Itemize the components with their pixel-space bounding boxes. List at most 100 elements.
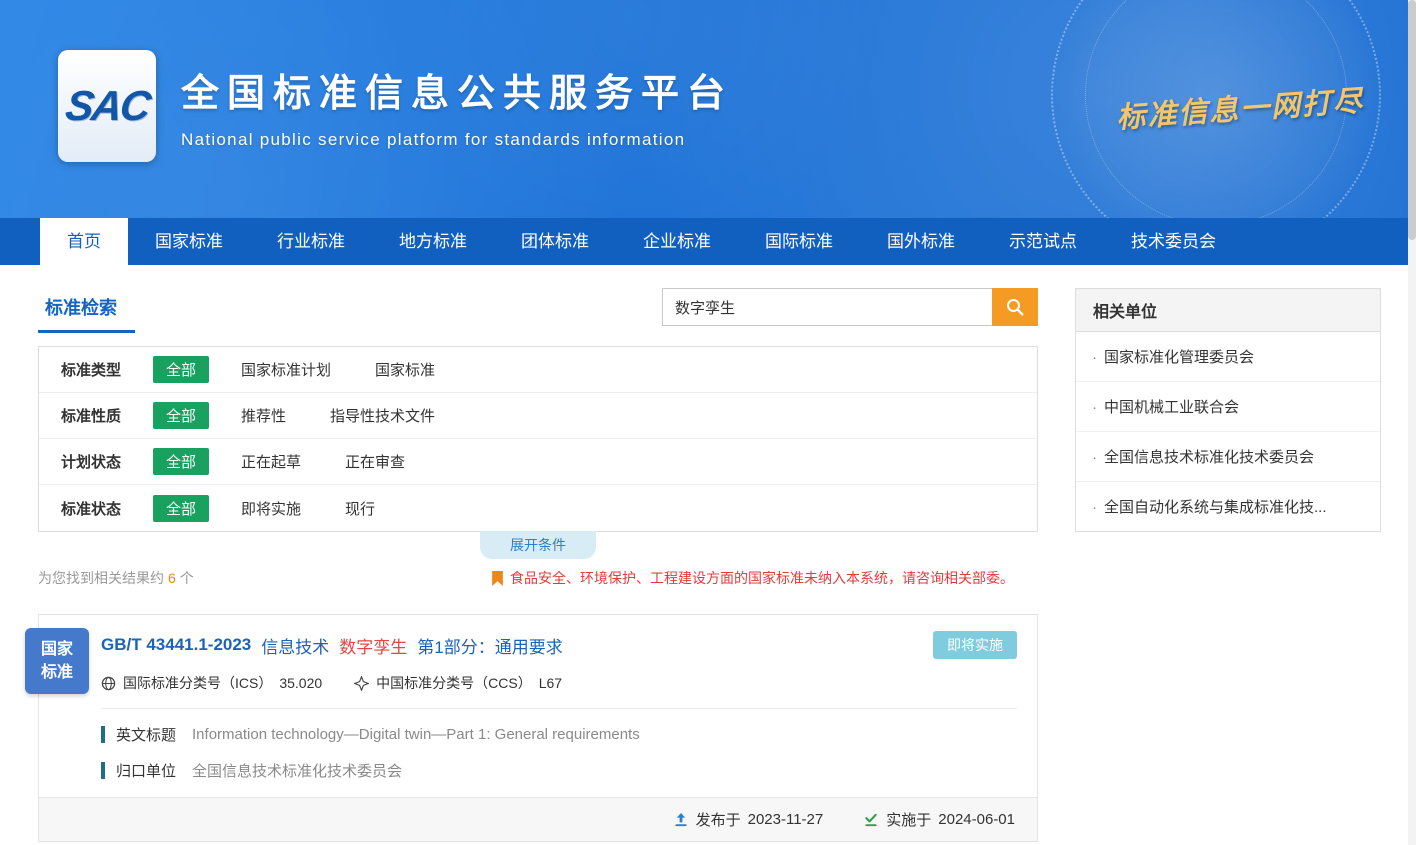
scrollbar-thumb[interactable] — [1408, 0, 1416, 240]
search-box — [662, 288, 1038, 326]
standard-code-link[interactable]: GB/T 43441.1-2023 — [101, 635, 251, 655]
card-body: GB/T 43441.1-2023 信息技术 数字孪生 第1部分：通用要求 即将… — [39, 615, 1037, 781]
related-unit-link-sac[interactable]: 国家标准化管理委员会 — [1076, 332, 1380, 382]
content-area: 标准检索 标准类型 全部 国家标准计划 国家 — [0, 265, 1416, 842]
implement-label: 实施于 — [886, 809, 931, 830]
result-count: 6 — [168, 570, 176, 586]
nav-item-pilot-program[interactable]: 示范试点 — [982, 218, 1104, 265]
implement-date-item: 实施于 2024-06-01 — [863, 809, 1015, 830]
scrollbar[interactable] — [1408, 0, 1416, 845]
filter-option-guidance-document[interactable]: 指导性技术文件 — [330, 405, 435, 426]
site-title: 全国标准信息公共服务平台 — [181, 62, 733, 117]
ccs-label: 中国标准分类号（CCS） — [376, 673, 532, 693]
filter-row-standard-status: 标准状态 全部 即将实施 现行 — [39, 485, 1037, 531]
filter-row-standard-type: 标准类型 全部 国家标准计划 国家标准 — [39, 347, 1037, 393]
nav-item-group-standards[interactable]: 团体标准 — [494, 218, 616, 265]
standard-title-part[interactable]: 第1部分：通用要求 — [417, 633, 562, 658]
filter-row-plan-status: 计划状态 全部 正在起草 正在审查 — [39, 439, 1037, 485]
publish-date-item: 发布于 2023-11-27 — [673, 809, 824, 830]
card-divider — [101, 708, 1017, 709]
nav-item-national-standards[interactable]: 国家标准 — [128, 218, 250, 265]
filter-panel: 标准类型 全部 国家标准计划 国家标准 标准性质 全部 推荐性 指导性技术文件 … — [38, 346, 1038, 532]
card-title-row: GB/T 43441.1-2023 信息技术 数字孪生 第1部分：通用要求 即将… — [101, 631, 1017, 659]
status-badge: 即将实施 — [933, 631, 1017, 659]
english-title-row: 英文标题 Information technology—Digital twin… — [101, 724, 1017, 745]
english-title-label: 英文标题 — [116, 724, 176, 745]
ics-label: 国际标准分类号（ICS） — [123, 673, 272, 693]
implement-date: 2024-06-01 — [938, 811, 1015, 828]
search-input[interactable] — [662, 288, 992, 326]
filter-all-button[interactable]: 全部 — [153, 448, 209, 475]
standard-title-highlight[interactable]: 数字孪生 — [339, 633, 407, 658]
related-unit-link-automation[interactable]: 全国自动化系统与集成标准化技... — [1076, 482, 1380, 531]
standard-title-part[interactable]: 信息技术 — [261, 633, 329, 658]
filter-option-under-review[interactable]: 正在审查 — [345, 451, 405, 472]
ics-meta: 国际标准分类号（ICS） 35.020 — [101, 673, 322, 693]
search-button[interactable] — [992, 288, 1038, 326]
globe-icon — [101, 676, 116, 691]
nav-item-foreign-standards[interactable]: 国外标准 — [860, 218, 982, 265]
nav-item-industry-standards[interactable]: 行业标准 — [250, 218, 372, 265]
sac-logo-text: SAC — [62, 82, 151, 130]
card-footer: 发布于 2023-11-27 实施于 2024-06-01 — [39, 797, 1037, 841]
filter-all-button[interactable]: 全部 — [153, 402, 209, 429]
related-units-panel: 相关单位 国家标准化管理委员会 中国机械工业联合会 全国信息技术标准化技术委员会… — [1075, 288, 1381, 532]
system-notice-text: 食品安全、环境保护、工程建设方面的国家标准未纳入本系统，请咨询相关部委。 — [510, 568, 1014, 588]
result-count-suffix: 个 — [180, 568, 194, 588]
result-bar: 为您找到相关结果约 6 个 食品安全、环境保护、工程建设方面的国家标准未纳入本系… — [38, 568, 1038, 588]
publish-date: 2023-11-27 — [748, 811, 824, 828]
filter-option-national-plan[interactable]: 国家标准计划 — [241, 359, 331, 380]
search-row: 标准检索 — [38, 288, 1038, 328]
filter-label: 计划状态 — [61, 451, 153, 472]
filter-label: 标准类型 — [61, 359, 153, 380]
related-unit-link-it-committee[interactable]: 全国信息技术标准化技术委员会 — [1076, 432, 1380, 482]
standard-card: 国家 标准 GB/T 43441.1-2023 信息技术 数字孪生 第1部分：通… — [38, 614, 1038, 842]
nav-item-home[interactable]: 首页 — [40, 218, 128, 265]
committee-value: 全国信息技术标准化技术委员会 — [192, 760, 402, 781]
filter-label: 标准状态 — [61, 498, 153, 519]
page: SAC 全国标准信息公共服务平台 National public service… — [0, 0, 1416, 845]
accent-bar — [101, 726, 105, 743]
ccs-value: L67 — [539, 675, 562, 691]
expand-conditions-button[interactable]: 展开条件 — [480, 531, 596, 559]
sac-logo[interactable]: SAC — [58, 50, 156, 162]
nav-item-international-standards[interactable]: 国际标准 — [738, 218, 860, 265]
filter-option-drafting[interactable]: 正在起草 — [241, 451, 301, 472]
nav-item-technical-committees[interactable]: 技术委员会 — [1104, 218, 1243, 265]
filter-option-recommended[interactable]: 推荐性 — [241, 405, 286, 426]
main-column: 标准检索 标准类型 全部 国家标准计划 国家 — [38, 288, 1038, 842]
publish-upload-icon — [673, 812, 689, 827]
ics-value: 35.020 — [279, 675, 322, 691]
nav-item-enterprise-standards[interactable]: 企业标准 — [616, 218, 738, 265]
filter-option-current[interactable]: 现行 — [345, 498, 375, 519]
badge-line-2: 标准 — [41, 661, 73, 684]
card-meta-row: 国际标准分类号（ICS） 35.020 中国标准分类号（CCS） L67 — [101, 673, 1017, 693]
badge-line-1: 国家 — [41, 638, 73, 661]
national-standard-badge: 国家 标准 — [25, 628, 89, 694]
nav-item-local-standards[interactable]: 地方标准 — [372, 218, 494, 265]
tab-standard-search[interactable]: 标准检索 — [38, 288, 135, 333]
accent-bar — [101, 762, 105, 779]
filter-label: 标准性质 — [61, 405, 153, 426]
ccs-meta: 中国标准分类号（CCS） L67 — [354, 673, 562, 693]
system-notice: 食品安全、环境保护、工程建设方面的国家标准未纳入本系统，请咨询相关部委。 — [491, 568, 1038, 588]
result-count-prefix: 为您找到相关结果约 — [38, 568, 164, 588]
search-icon — [1005, 297, 1025, 317]
implement-check-icon — [863, 812, 879, 827]
compass-icon — [354, 676, 369, 691]
publish-label: 发布于 — [696, 809, 741, 830]
related-unit-link-machinery[interactable]: 中国机械工业联合会 — [1076, 382, 1380, 432]
related-units-title: 相关单位 — [1076, 289, 1380, 332]
site-banner: SAC 全国标准信息公共服务平台 National public service… — [0, 0, 1416, 218]
committee-row: 归口单位 全国信息技术标准化技术委员会 — [101, 760, 1017, 781]
bookmark-icon — [491, 571, 504, 586]
site-subtitle: National public service platform for sta… — [181, 130, 733, 150]
filter-all-button[interactable]: 全部 — [153, 495, 209, 522]
committee-label: 归口单位 — [116, 760, 176, 781]
site-title-block: 全国标准信息公共服务平台 National public service pla… — [181, 62, 733, 150]
main-nav: 首页 国家标准 行业标准 地方标准 团体标准 企业标准 国际标准 国外标准 示范… — [0, 218, 1416, 265]
filter-option-upcoming[interactable]: 即将实施 — [241, 498, 301, 519]
filter-row-standard-nature: 标准性质 全部 推荐性 指导性技术文件 — [39, 393, 1037, 439]
filter-all-button[interactable]: 全部 — [153, 356, 209, 383]
filter-option-national-standard[interactable]: 国家标准 — [375, 359, 435, 380]
